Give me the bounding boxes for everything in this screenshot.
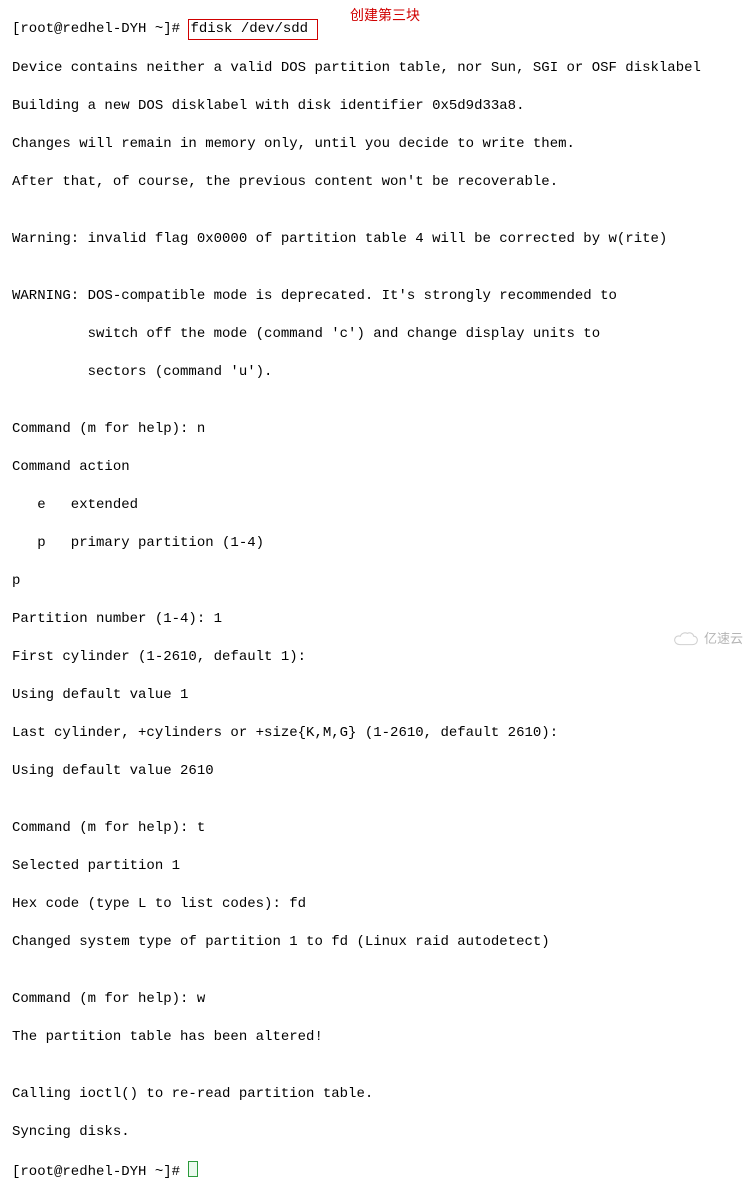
highlighted-command: fdisk /dev/sdd [188,19,318,40]
output-line: sectors (command 'u'). [12,363,755,382]
output-line: Hex code (type L to list codes): fd [12,895,755,914]
output-line: Command (m for help): w [12,990,755,1009]
output-line: switch off the mode (command 'c') and ch… [12,325,755,344]
output-line: Command (m for help): t [12,819,755,838]
terminal-output: [root@redhel-DYH ~]# fdisk /dev/sdd Devi… [0,0,755,1201]
output-line: Last cylinder, +cylinders or +size{K,M,G… [12,724,755,743]
output-line: Calling ioctl() to re-read partition tab… [12,1085,755,1104]
output-line: Syncing disks. [12,1123,755,1142]
shell-prompt: [root@redhel-DYH ~]# [12,1164,188,1180]
output-line: WARNING: DOS-compatible mode is deprecat… [12,287,755,306]
output-line: Selected partition 1 [12,857,755,876]
watermark: 亿速云 [672,629,743,648]
output-line: Device contains neither a valid DOS part… [12,59,755,78]
annotation-label: 创建第三块 [350,6,420,25]
output-line: Using default value 1 [12,686,755,705]
output-line: e extended [12,496,755,515]
watermark-text: 亿速云 [704,629,743,648]
output-line: Using default value 2610 [12,762,755,781]
output-line: p primary partition (1-4) [12,534,755,553]
output-line: Building a new DOS disklabel with disk i… [12,97,755,116]
output-line: Changes will remain in memory only, unti… [12,135,755,154]
cursor[interactable] [188,1161,198,1177]
output-line: p [12,572,755,591]
output-line: First cylinder (1-2610, default 1): [12,648,755,667]
shell-prompt: [root@redhel-DYH ~]# [12,21,188,37]
output-line: Changed system type of partition 1 to fd… [12,933,755,952]
output-line: Command action [12,458,755,477]
output-line: Partition number (1-4): 1 [12,610,755,629]
output-line: Warning: invalid flag 0x0000 of partitio… [12,230,755,249]
output-line: Command (m for help): n [12,420,755,439]
output-line: After that, of course, the previous cont… [12,173,755,192]
cloud-icon [672,630,700,648]
output-line: The partition table has been altered! [12,1028,755,1047]
